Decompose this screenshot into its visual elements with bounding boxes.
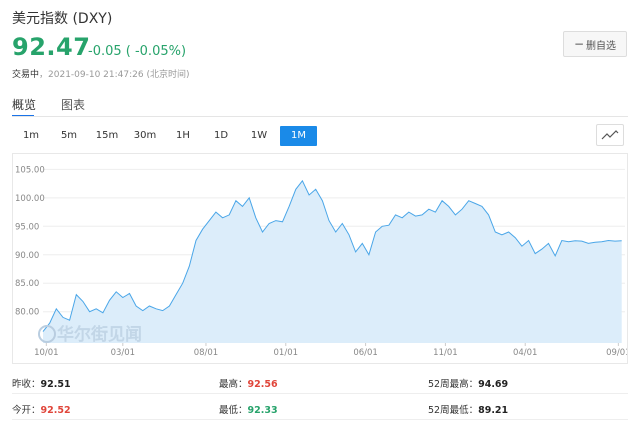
- tab-overview-label: 概览: [12, 98, 37, 112]
- stat-low: 最低：92.33: [219, 402, 278, 416]
- x-tick-label: 06/01: [353, 348, 378, 358]
- y-tick-label: 100.00: [15, 194, 45, 204]
- stat-high: 最高：92.56: [219, 376, 278, 390]
- chart-type-button[interactable]: [596, 124, 624, 146]
- range-1mo[interactable]: 1M: [280, 126, 317, 146]
- x-tick-label: 10/01: [34, 348, 59, 358]
- stats-divider: [12, 393, 628, 394]
- y-tick-label: 85.00: [15, 279, 39, 289]
- x-tick-label: 11/01: [433, 348, 458, 358]
- last-price: 92.47: [12, 33, 91, 61]
- price-chart-svg: 105.00 100.00 95.00 90.00 85.00 80.00 华尔街见闻 10/…: [15, 165, 627, 358]
- price-chart[interactable]: 105.00 100.00 95.00 90.00 85.00 80.00 华尔街见闻 10/…: [12, 153, 628, 364]
- range-30m[interactable]: 30m: [126, 126, 164, 146]
- x-tick-label: 01/01: [274, 348, 299, 358]
- stat-value: 94.69: [478, 379, 509, 390]
- x-tick-label: 03/01: [111, 348, 136, 358]
- stat-prev-close: 昨收：92.51: [12, 376, 71, 390]
- stat-value: 89.21: [478, 405, 509, 416]
- tab-chart-label: 图表: [61, 98, 86, 112]
- stat-52w-low: 52周最低：89.21: [428, 402, 508, 416]
- range-5m[interactable]: 5m: [50, 126, 88, 146]
- stat-value: 92.51: [40, 379, 71, 390]
- instrument-title: 美元指数 (DXY): [12, 11, 113, 27]
- stat-value: 92.56: [247, 379, 278, 390]
- trading-status-label: 交易中: [12, 70, 40, 80]
- stat-label: 今开：: [12, 405, 41, 416]
- range-1d[interactable]: 1D: [202, 126, 240, 146]
- stat-label: 最高：: [219, 379, 248, 390]
- range-1w[interactable]: 1W: [240, 126, 278, 146]
- remove-favorite-label: 删自选: [586, 40, 617, 52]
- remove-favorite-button[interactable]: − 删自选: [563, 31, 627, 57]
- y-tick-label: 95.00: [15, 222, 39, 232]
- x-tick-label: 09/01: [606, 348, 627, 358]
- stat-value: 92.52: [40, 405, 71, 416]
- stat-open: 今开：92.52: [12, 402, 71, 416]
- stat-label: 52周最低：: [428, 405, 479, 416]
- y-tick-label: 90.00: [15, 251, 39, 261]
- stat-label: 最低：: [219, 405, 248, 416]
- tab-chart[interactable]: 图表: [61, 96, 85, 113]
- stat-value: 92.33: [247, 405, 278, 416]
- stat-label: 52周最高：: [428, 379, 479, 390]
- trading-status: 交易中，2021-09-10 21:47:26 (北京时间): [12, 67, 190, 80]
- watermark-logo: 华尔街见闻: [57, 324, 142, 345]
- stat-52w-high: 52周最高：94.69: [428, 376, 508, 390]
- price-area: [43, 180, 622, 343]
- x-tick-label: 08/01: [194, 348, 219, 358]
- y-tick-label: 80.00: [15, 308, 39, 318]
- range-1h[interactable]: 1H: [164, 126, 202, 146]
- stats-divider: [12, 419, 628, 420]
- range-15m[interactable]: 15m: [88, 126, 126, 146]
- y-tick-label: 105.00: [15, 165, 45, 175]
- price-change: -0.05 ( -0.05%): [88, 44, 187, 59]
- tab-overview[interactable]: 概览: [12, 96, 37, 117]
- x-tick-label: 04/01: [513, 348, 538, 358]
- line-chart-icon: [601, 130, 619, 140]
- trading-time: ，2021-09-10 21:47:26 (北京时间): [39, 70, 190, 80]
- tab-divider: [12, 116, 628, 117]
- range-1m[interactable]: 1m: [12, 126, 50, 146]
- stat-label: 昨收：: [12, 379, 41, 390]
- minus-icon: −: [573, 37, 585, 51]
